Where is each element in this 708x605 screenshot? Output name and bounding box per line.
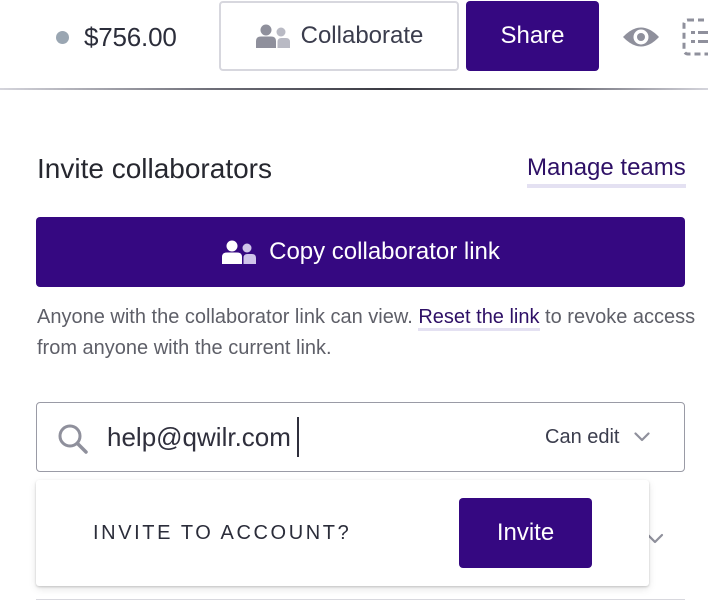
- people-icon: [255, 24, 290, 48]
- permission-label: Can edit: [545, 425, 620, 448]
- email-input[interactable]: [107, 417, 367, 457]
- people-icon: [222, 240, 257, 264]
- status-dot: [56, 31, 69, 44]
- invite-button[interactable]: Invite: [459, 498, 592, 568]
- eye-icon: [623, 27, 659, 47]
- outline-button[interactable]: [682, 18, 708, 56]
- copy-collaborator-link-button[interactable]: Copy collaborator link: [36, 217, 685, 287]
- invite-email-field[interactable]: Can edit: [36, 402, 685, 472]
- invite-prompt: INVITE TO ACCOUNT?: [93, 522, 352, 544]
- top-bar: $756.00 Collaborate Share: [0, 0, 708, 90]
- help-text-intro: Anyone with the collaborator link can vi…: [37, 306, 419, 328]
- page-price: $756.00: [84, 22, 177, 52]
- reset-link[interactable]: Reset the link: [418, 306, 540, 331]
- permission-select[interactable]: Can edit: [545, 417, 650, 457]
- preview-button[interactable]: [620, 20, 662, 54]
- collaborate-button[interactable]: Collaborate: [219, 1, 459, 71]
- text-cursor: [297, 417, 299, 457]
- row-divider: [36, 599, 685, 600]
- chevron-down-icon: [633, 432, 650, 442]
- search-icon: [58, 424, 88, 454]
- header-divider: [0, 88, 708, 90]
- copy-link-label: Copy collaborator link: [269, 238, 500, 265]
- help-text: Anyone with the collaborator link can vi…: [37, 302, 697, 364]
- collaborate-label: Collaborate: [300, 22, 424, 49]
- panel-title: Invite collaborators: [37, 153, 273, 184]
- share-button[interactable]: Share: [466, 1, 599, 71]
- invite-popover: INVITE TO ACCOUNT? Invite: [36, 480, 649, 586]
- list-icon: [682, 18, 708, 56]
- manage-teams-link[interactable]: Manage teams: [527, 152, 686, 188]
